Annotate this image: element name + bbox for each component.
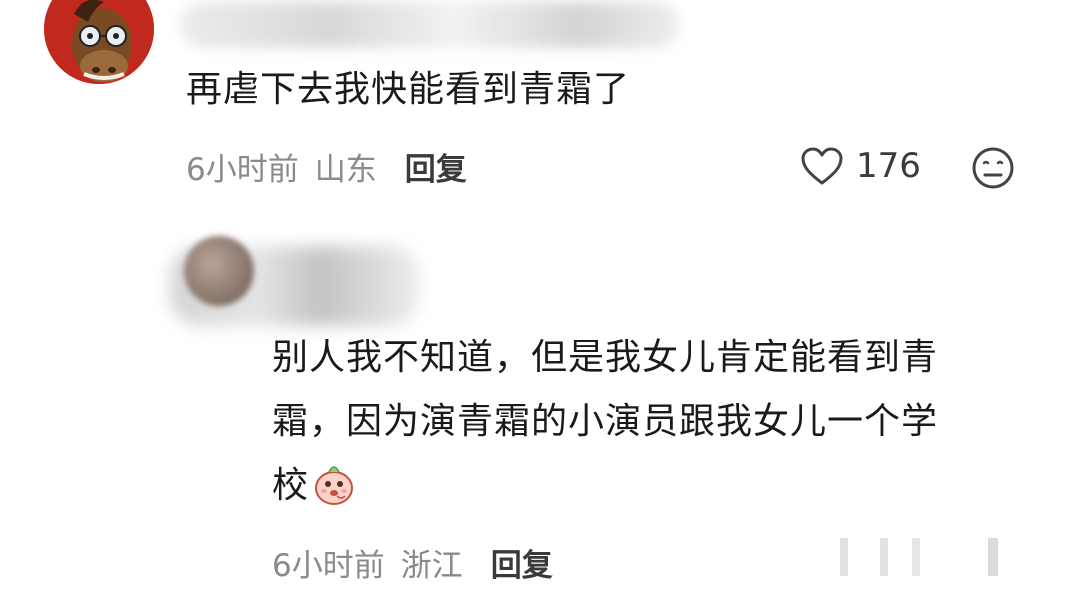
watermark	[820, 532, 1020, 582]
like-count: 176	[856, 146, 921, 186]
like-button[interactable]: 176	[800, 144, 921, 188]
comment-line: 别人我不知道，但是我女儿肯定能看到青	[272, 337, 939, 378]
neutral-face-icon	[972, 147, 1014, 189]
user-avatar[interactable]	[44, 0, 154, 84]
user-avatar[interactable]	[184, 236, 254, 306]
comment-location: 浙江	[400, 547, 463, 584]
blurred-username	[180, 2, 680, 48]
dislike-button[interactable]	[970, 145, 1016, 195]
comment-location: 山东	[314, 151, 377, 188]
reply-button[interactable]: 回复	[405, 144, 467, 189]
comment-line: 校	[272, 454, 1032, 518]
horse-avatar-icon	[44, 0, 154, 84]
reply-button[interactable]: 回复	[491, 540, 553, 585]
comment-meta: 6小时前 浙江 回复	[272, 540, 553, 584]
comment-meta: 6小时前 山东 回复	[186, 144, 467, 189]
peach-emoji-icon	[311, 460, 357, 506]
comment-line-text: 校	[272, 465, 310, 506]
comment-line: 霜，因为演青霜的小演员跟我女儿一个学	[272, 401, 939, 442]
comment-text: 别人我不知道，但是我女儿肯定能看到青 霜，因为演青霜的小演员跟我女儿一个学 校	[272, 326, 1032, 518]
comment-time: 6小时前	[186, 151, 299, 188]
comment-text: 再虐下去我快能看到青霜了	[186, 69, 631, 110]
comment-time: 6小时前	[272, 547, 385, 584]
heart-outline-icon	[801, 147, 843, 185]
